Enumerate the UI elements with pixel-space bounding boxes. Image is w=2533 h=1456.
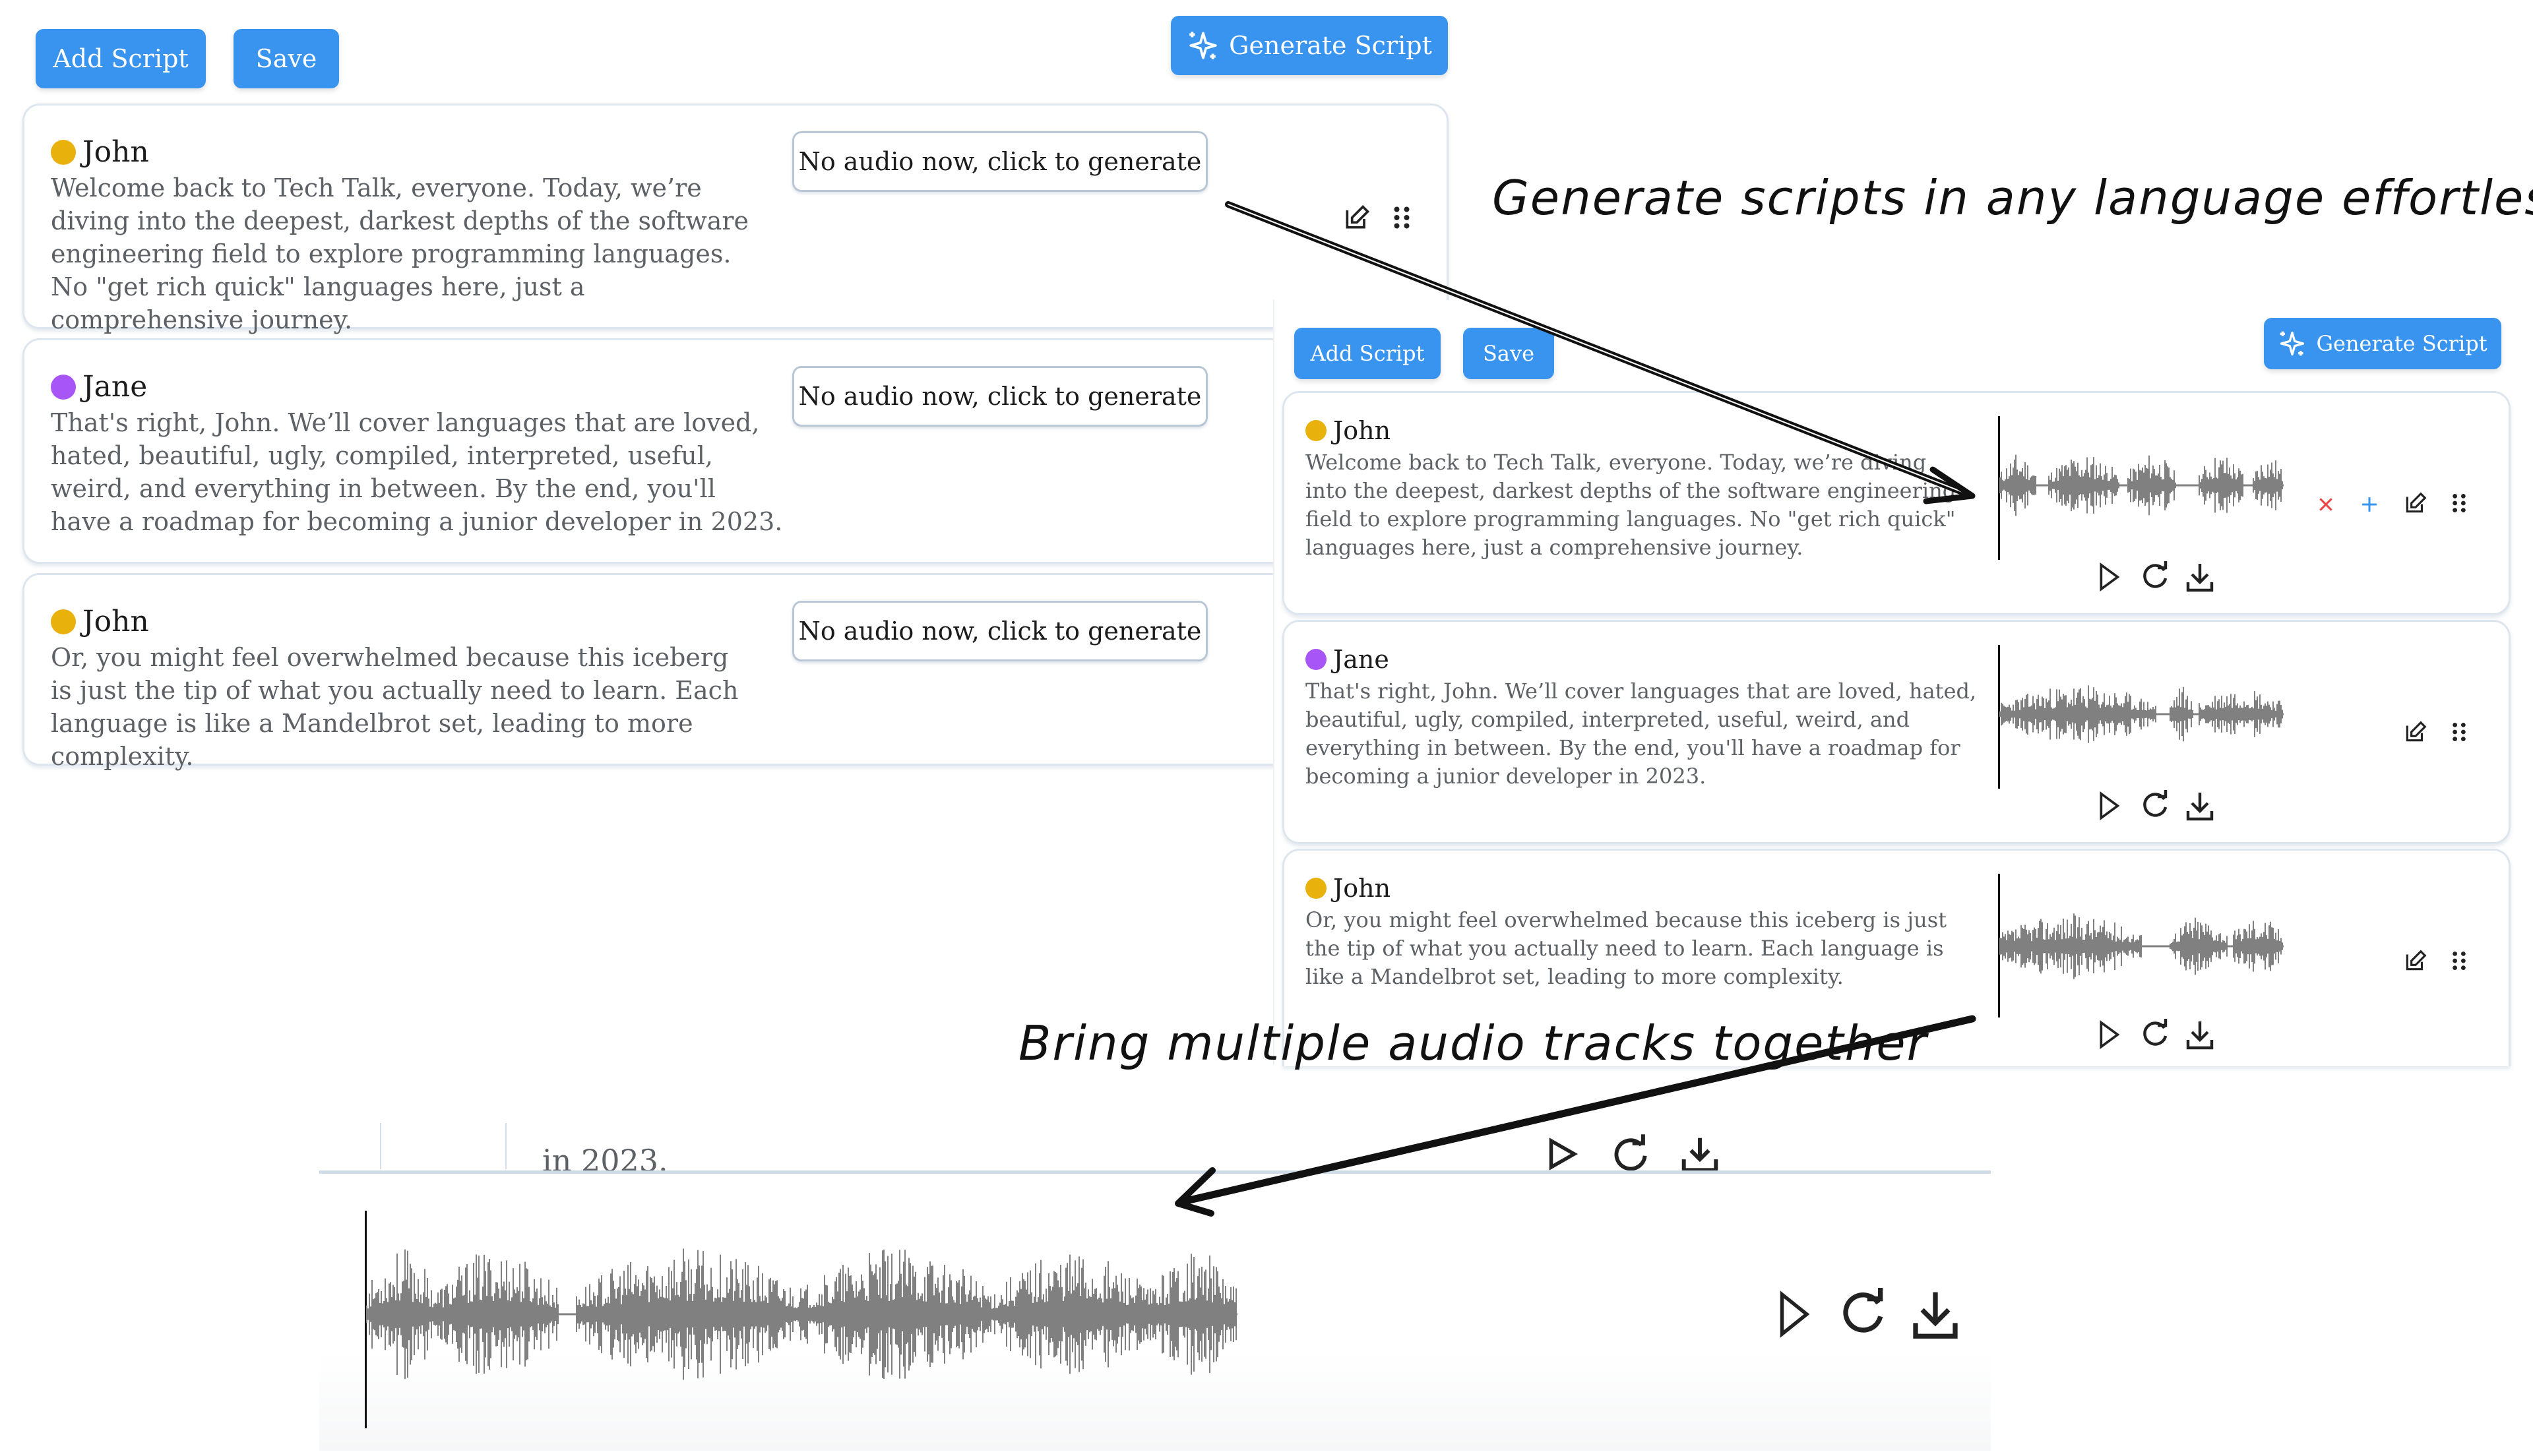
speaker-color-dot	[51, 139, 76, 165]
delete-icon[interactable]	[2317, 496, 2334, 513]
speaker-name: Jane	[1333, 645, 1389, 674]
regenerate-icon[interactable]	[2139, 561, 2171, 593]
save-button[interactable]: Save	[1463, 328, 1554, 379]
script-text: That's right, John. We’ll cover language…	[51, 408, 783, 536]
speaker-color-dot	[51, 374, 76, 400]
speaker-color-dot	[51, 609, 76, 634]
save-button[interactable]: Save	[234, 29, 339, 88]
speaker-color-dot	[1305, 649, 1327, 670]
generate-audio-button[interactable]: No audio now, click to generate	[792, 601, 1208, 661]
play-icon[interactable]	[2096, 1019, 2122, 1050]
speaker-name: John	[1333, 874, 1391, 903]
divider-line	[319, 1170, 1991, 1174]
speaker-color-dot	[1305, 420, 1327, 441]
waveform	[1999, 913, 2284, 979]
generate-audio-label: No audio now, click to generate	[798, 617, 1202, 646]
drag-handle-icon[interactable]	[1390, 204, 1414, 231]
speaker-name: John	[82, 135, 149, 169]
drag-handle-icon[interactable]	[2449, 950, 2469, 972]
edit-icon[interactable]	[2403, 948, 2428, 973]
generate-audio-button[interactable]: No audio now, click to generate	[792, 366, 1208, 427]
left-panel: Add Script Save Generate Script John Wel…	[0, 0, 1451, 778]
save-label: Save	[255, 44, 317, 73]
download-icon[interactable]	[2184, 561, 2216, 593]
speaker-name: John	[82, 605, 149, 638]
download-icon[interactable]	[1678, 1136, 1722, 1172]
script-card: John Or, you might feel overwhelmed beca…	[22, 573, 1449, 771]
play-icon[interactable]	[2096, 790, 2122, 822]
generate-audio-label: No audio now, click to generate	[798, 147, 1202, 176]
annotation-bring-tracks: Bring multiple audio tracks together	[1018, 1016, 1928, 1071]
download-icon[interactable]	[2184, 790, 2216, 822]
regenerate-icon[interactable]	[2139, 1019, 2171, 1050]
add-script-label: Add Script	[53, 44, 189, 73]
script-card: John Welcome back to Tech Talk, everyone…	[1282, 391, 2511, 615]
speaker-label: John	[51, 135, 149, 169]
generate-script-label: Generate Script	[1229, 31, 1432, 60]
right-panel: Add Script Save Generate Script John Wel…	[1273, 300, 2533, 1066]
generate-script-label: Generate Script	[2316, 331, 2487, 356]
sparkles-icon	[2280, 331, 2305, 356]
script-card: Jane That's right, John. We’ll cover lan…	[22, 338, 1449, 564]
generate-script-button[interactable]: Generate Script	[2264, 318, 2501, 369]
script-text: Or, you might feel overwhelmed because t…	[51, 643, 739, 771]
bottom-panel: in 2023.	[319, 1123, 1991, 1451]
drag-handle-icon[interactable]	[2449, 721, 2469, 743]
add-icon[interactable]	[2361, 496, 2378, 513]
divider	[380, 1123, 381, 1169]
play-icon[interactable]	[2096, 561, 2122, 593]
add-script-button[interactable]: Add Script	[1294, 328, 1441, 379]
annotation-generate-scripts: Generate scripts in any language effortl…	[1492, 170, 2533, 226]
download-icon[interactable]	[1909, 1288, 1962, 1341]
save-label: Save	[1482, 341, 1534, 366]
speaker-name: Jane	[82, 370, 148, 404]
generate-script-button[interactable]: Generate Script	[1171, 16, 1448, 75]
generate-audio-button[interactable]: No audio now, click to generate	[792, 131, 1208, 192]
script-text: Welcome back to Tech Talk, everyone. Tod…	[51, 173, 749, 334]
regenerate-icon[interactable]	[2139, 790, 2171, 822]
waveform-peaks	[1999, 685, 2283, 743]
regenerate-icon[interactable]	[1609, 1134, 1652, 1172]
download-icon[interactable]	[2184, 1019, 2216, 1050]
divider	[505, 1123, 507, 1169]
drag-handle-icon[interactable]	[2449, 492, 2469, 514]
play-icon[interactable]	[1774, 1288, 1813, 1341]
add-script-button[interactable]: Add Script	[36, 29, 206, 88]
waveform	[1999, 454, 2284, 516]
edit-icon[interactable]	[1342, 203, 1371, 232]
speaker-label: Jane	[51, 370, 147, 404]
speaker-name: John	[1333, 416, 1391, 445]
edit-icon[interactable]	[2403, 491, 2428, 516]
speaker-color-dot	[1305, 878, 1327, 899]
script-text: Or, you might feel overwhelmed because t…	[1305, 907, 1947, 989]
script-text: That's right, John. We’ll cover language…	[1305, 679, 1977, 789]
waveform	[1999, 685, 2284, 743]
script-text: Welcome back to Tech Talk, everyone. Tod…	[1305, 450, 1956, 560]
speaker-label: John	[1305, 874, 1391, 903]
script-card: John Welcome back to Tech Talk, everyone…	[22, 104, 1449, 334]
speaker-label: John	[51, 605, 149, 638]
script-card: Jane That's right, John. We’ll cover lan…	[1282, 620, 2511, 844]
edit-icon[interactable]	[2403, 719, 2428, 744]
regenerate-icon[interactable]	[1836, 1288, 1889, 1341]
speaker-label: John	[1305, 416, 1391, 445]
speaker-label: Jane	[1305, 645, 1389, 674]
generate-audio-label: No audio now, click to generate	[798, 382, 1202, 411]
play-icon[interactable]	[1543, 1138, 1582, 1170]
add-script-label: Add Script	[1310, 341, 1425, 366]
merged-waveform	[366, 1248, 1237, 1380]
waveform-peaks	[1999, 913, 2283, 979]
waveform-peaks	[366, 1248, 1237, 1380]
sparkles-icon	[1189, 32, 1217, 59]
